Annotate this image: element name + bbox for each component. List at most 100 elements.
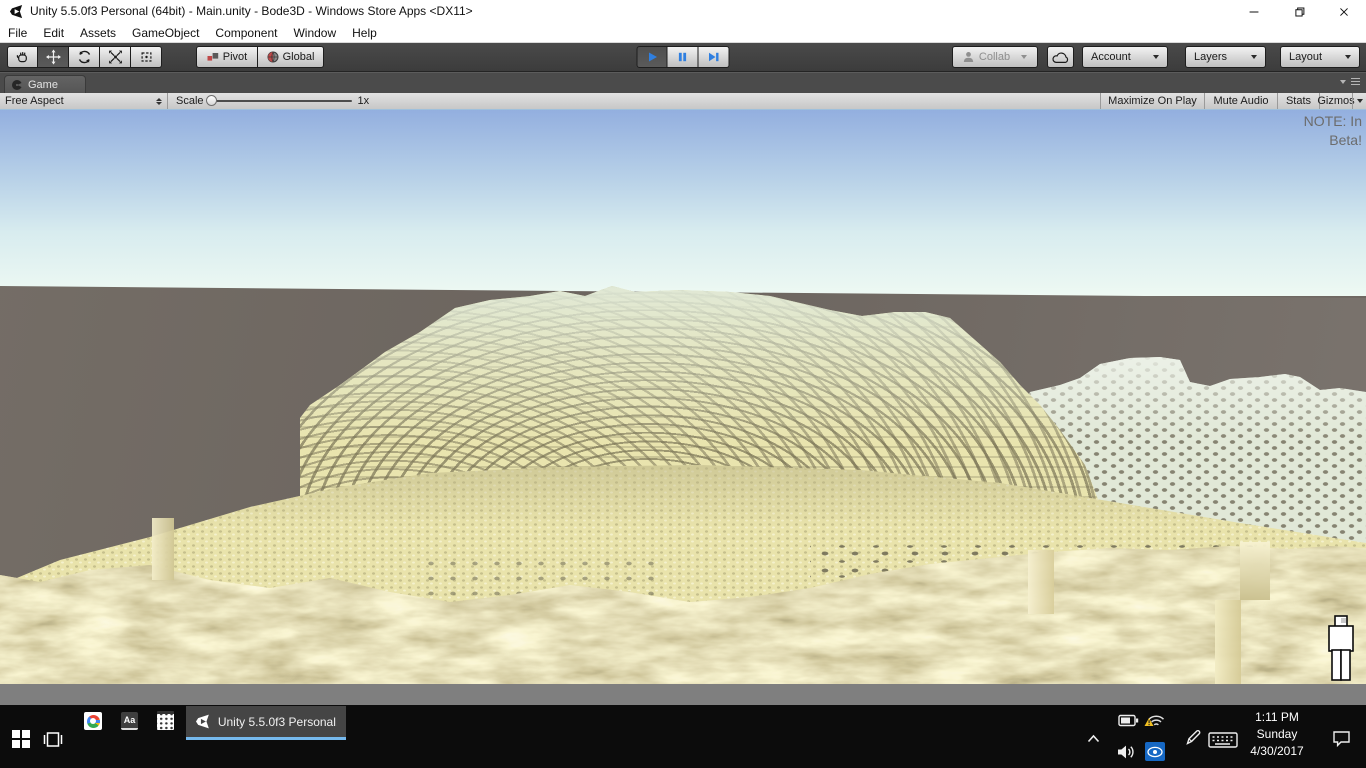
gizmos-caret-button[interactable] <box>1352 93 1366 109</box>
menu-window[interactable]: Window <box>285 23 344 43</box>
battery-indicator[interactable] <box>1118 714 1139 732</box>
rect-tool-button[interactable] <box>131 46 162 68</box>
tab-dropdown-icon[interactable] <box>1340 80 1346 84</box>
game-view-icon <box>11 79 23 91</box>
account-caret-icon <box>1153 55 1159 59</box>
clock-time: 1:11 PM <box>1242 709 1312 726</box>
pivot-icon <box>207 52 219 63</box>
menu-component[interactable]: Component <box>207 23 285 43</box>
minimize-button[interactable] <box>1231 0 1276 23</box>
account-dropdown[interactable]: Account <box>1082 46 1168 68</box>
game-viewport[interactable]: NOTE: In Beta! <box>0 110 1366 684</box>
mute-audio-button[interactable]: Mute Audio <box>1204 93 1277 109</box>
scale-label: Scale <box>176 95 204 107</box>
play-icon <box>645 50 659 64</box>
layers-group: Layers <box>1185 46 1266 68</box>
global-icon <box>267 51 279 63</box>
network-indicator[interactable] <box>1144 711 1166 734</box>
scale-slider-knob[interactable] <box>206 95 217 106</box>
tab-game[interactable]: Game <box>4 75 86 94</box>
maximize-on-play-button[interactable]: Maximize On Play <box>1100 93 1204 109</box>
close-button[interactable] <box>1321 0 1366 23</box>
global-toggle-button[interactable]: Global <box>258 46 324 68</box>
aspect-dropdown[interactable]: Free Aspect <box>0 93 168 109</box>
scale-control: Scale 1x <box>176 93 369 109</box>
tab-menu-icon[interactable] <box>1351 78 1360 85</box>
unity-taskbar-icon <box>195 713 211 730</box>
aspect-updown-icon <box>156 98 162 105</box>
unity-taskbar-item[interactable]: Unity 5.5.0f3 Personal... <box>186 706 346 740</box>
battery-icon <box>1118 714 1139 727</box>
unity-logo-icon <box>9 4 24 19</box>
menu-help[interactable]: Help <box>344 23 385 43</box>
menu-file[interactable]: File <box>0 23 35 43</box>
collab-button[interactable]: Collab <box>952 46 1038 68</box>
pause-icon <box>676 50 690 64</box>
chrome-taskbar-icon[interactable] <box>84 712 102 730</box>
taskbar-clock[interactable]: 1:11 PM Sunday 4/30/2017 <box>1242 709 1312 760</box>
game-view-toolbar: Free Aspect Scale 1x Maximize On Play Mu… <box>0 93 1366 110</box>
aspect-label: Free Aspect <box>5 95 148 107</box>
scale-tool-button[interactable] <box>100 46 131 68</box>
pivot-label: Pivot <box>223 51 247 63</box>
scale-value: 1x <box>358 95 370 107</box>
menu-bar: File Edit Assets GameObject Component Wi… <box>0 23 1366 43</box>
step-icon <box>707 50 721 64</box>
collab-caret-icon <box>1021 55 1027 59</box>
start-button[interactable] <box>12 730 30 748</box>
collab-label: Collab <box>979 51 1010 63</box>
move-tool-button[interactable] <box>38 46 69 68</box>
dictionary-taskbar-icon[interactable]: Aa <box>121 712 138 730</box>
eye-icon <box>1147 746 1163 758</box>
title-bar: Unity 5.5.0f3 Personal (64bit) - Main.un… <box>0 0 1366 23</box>
layers-dropdown[interactable]: Layers <box>1185 46 1266 68</box>
rotate-tool-button[interactable] <box>69 46 100 68</box>
playback-controls <box>637 46 730 68</box>
move-icon <box>45 49 62 65</box>
restore-button[interactable] <box>1276 0 1321 23</box>
action-center-icon <box>1331 729 1352 748</box>
scale-icon <box>107 49 124 65</box>
volume-indicator[interactable] <box>1116 743 1137 766</box>
wifi-warning-icon <box>1144 711 1166 729</box>
cloud-services-button[interactable] <box>1047 46 1074 68</box>
layers-caret-icon <box>1251 55 1257 59</box>
play-button[interactable] <box>637 46 668 68</box>
eye-care-tray-icon[interactable] <box>1145 742 1165 761</box>
pivot-toggle-button[interactable]: Pivot <box>196 46 258 68</box>
stats-button[interactable]: Stats <box>1277 93 1319 109</box>
pause-button[interactable] <box>668 46 699 68</box>
hidden-icons-button[interactable] <box>1086 731 1101 749</box>
hand-tool-button[interactable] <box>7 46 38 68</box>
chrome-icon <box>87 715 100 728</box>
speaker-icon <box>1116 743 1137 761</box>
sand-block <box>1028 550 1054 614</box>
pen-tray-icon[interactable] <box>1184 728 1203 752</box>
sand-block <box>1215 600 1241 684</box>
menu-edit[interactable]: Edit <box>35 23 72 43</box>
step-button[interactable] <box>699 46 730 68</box>
editor-toolbar: Pivot Global Collab <box>0 43 1366 72</box>
action-center-button[interactable] <box>1331 729 1352 753</box>
gizmos-button[interactable]: Gizmos <box>1319 93 1352 109</box>
scale-slider[interactable] <box>210 100 352 102</box>
calculator-taskbar-icon[interactable] <box>157 711 174 730</box>
view-tab-strip: Game <box>0 72 1366 93</box>
cloud-group <box>1047 46 1074 68</box>
clock-day: Sunday <box>1242 726 1312 743</box>
layout-group: Layout <box>1280 46 1360 68</box>
beta-note-overlay: NOTE: In Beta! <box>1294 112 1362 150</box>
menu-assets[interactable]: Assets <box>72 23 124 43</box>
unity-editor-window: Unity 5.5.0f3 Personal (64bit) - Main.un… <box>0 0 1366 768</box>
chevron-up-icon <box>1086 733 1101 744</box>
task-view-button[interactable] <box>42 731 64 753</box>
touch-keyboard-button[interactable] <box>1208 731 1238 754</box>
windows-taskbar: Aa Unity 5.5.0f3 Personal... <box>0 705 1366 768</box>
hand-icon <box>14 49 31 65</box>
layout-dropdown[interactable]: Layout <box>1280 46 1360 68</box>
pen-icon <box>1184 728 1203 747</box>
window-title: Unity 5.5.0f3 Personal (64bit) - Main.un… <box>30 4 473 18</box>
rotate-icon <box>76 49 93 65</box>
keyboard-icon <box>1208 731 1238 749</box>
menu-gameobject[interactable]: GameObject <box>124 23 207 43</box>
